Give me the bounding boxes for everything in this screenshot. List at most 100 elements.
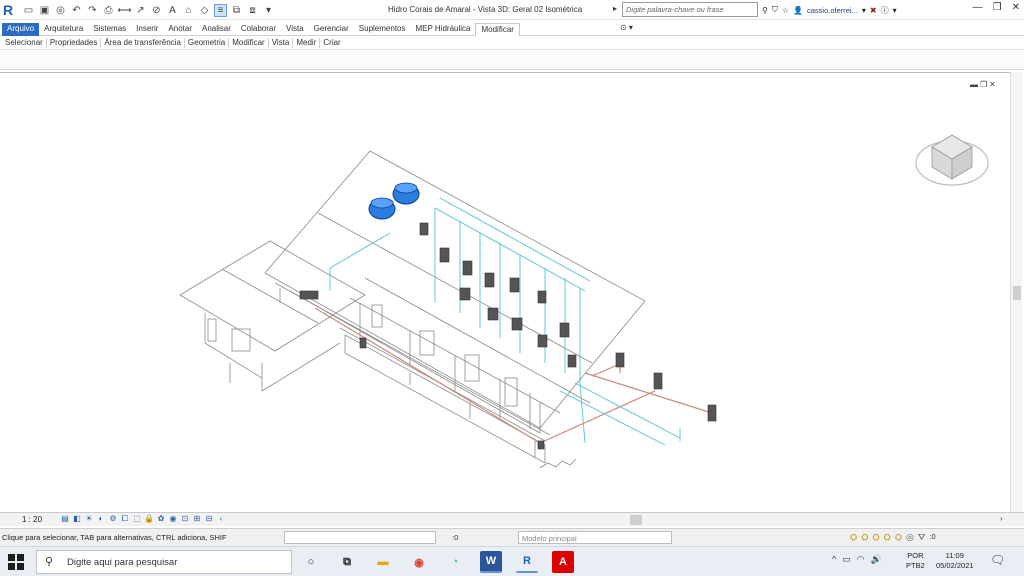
temp-properties-icon[interactable]: ⊡	[180, 514, 190, 524]
favorites-star-icon[interactable]: ☆	[782, 6, 789, 15]
subscription-icon[interactable]: ⛉	[772, 5, 778, 15]
redo-icon[interactable]: ↷	[86, 4, 99, 17]
visual-style-icon[interactable]: ◧	[72, 514, 82, 524]
ribbon-minimize-icon[interactable]: ⊙ ▾	[620, 23, 633, 32]
tab-mep-hidráulica[interactable]: MEP Hidráulica	[411, 23, 476, 36]
print-icon[interactable]: ⎙	[102, 4, 115, 17]
cortana-icon[interactable]: ○	[300, 551, 322, 573]
panel-propriedades[interactable]: Propriedades	[47, 38, 102, 48]
view-close-icon[interactable]: ✕	[989, 80, 996, 89]
restore-icon[interactable]: ❐	[993, 2, 1002, 13]
tab-colaborar[interactable]: Colaborar	[236, 23, 281, 36]
detail-level-icon[interactable]: ▤	[60, 514, 70, 524]
design-option-dropdown[interactable]: Modelo principal	[518, 531, 672, 544]
drag-elements-icon[interactable]: ⛭	[895, 532, 902, 543]
background-processes-icon[interactable]: ◎	[906, 532, 914, 543]
lock-view-icon[interactable]: 🔒	[144, 514, 154, 524]
workset-dropdown[interactable]	[284, 531, 436, 544]
vertical-scroll-thumb[interactable]	[1013, 286, 1021, 300]
scroll-right-icon[interactable]: ›	[1000, 514, 1003, 523]
file-explorer-icon[interactable]: ▬	[372, 551, 394, 573]
help-dropdown-icon[interactable]: ▾	[893, 6, 897, 15]
isometric-3d-model[interactable]	[0, 73, 1010, 513]
panel-selecionar[interactable]: Selecionar	[2, 38, 47, 48]
user-name[interactable]: cassio.oferrei...	[807, 6, 858, 15]
select-links-icon[interactable]: ⛭	[850, 532, 857, 543]
view-restore-icon[interactable]: ❐	[980, 80, 987, 89]
crop-view-icon[interactable]: ⧠	[120, 514, 130, 524]
revit-taskbar-icon[interactable]: R	[516, 551, 538, 573]
sync-icon[interactable]: ◎	[54, 4, 67, 17]
panel-área-de-transferência[interactable]: Área de transferência	[101, 38, 185, 48]
close-icon[interactable]: ✕	[1012, 2, 1020, 13]
task-view-icon[interactable]: ⧉	[336, 551, 358, 573]
view-minimize-icon[interactable]: ▬	[970, 80, 978, 89]
clock[interactable]: 11:09 05/02/2021	[936, 551, 974, 571]
reveal-hidden-icon[interactable]: ◉	[168, 514, 178, 524]
windows-start-icon[interactable]	[8, 554, 24, 570]
wifi-icon[interactable]: ◠	[857, 554, 865, 565]
tab-suplementos[interactable]: Suplementos	[354, 23, 411, 36]
tab-analisar[interactable]: Analisar	[197, 23, 236, 36]
acrobat-icon[interactable]: A	[552, 551, 574, 573]
chrome-icon[interactable]: ◉	[408, 551, 430, 573]
section-icon[interactable]: ◇	[198, 4, 211, 17]
help-icon[interactable]: ⓘ	[881, 5, 889, 16]
tag-icon[interactable]: ⊘	[150, 4, 163, 17]
viewbar-scroll-left-icon[interactable]: ‹	[216, 514, 226, 524]
language-indicator[interactable]: POR PTB2	[906, 551, 925, 571]
minimize-icon[interactable]: —	[973, 2, 983, 13]
tab-arquitetura[interactable]: Arquitetura	[39, 23, 88, 36]
tab-anotar[interactable]: Anotar	[163, 23, 197, 36]
select-pinned-icon[interactable]: ⛭	[872, 532, 879, 543]
thin-lines-icon[interactable]: ≡	[214, 3, 227, 17]
tab-arquivo[interactable]: Arquivo	[2, 23, 40, 36]
notification-icon[interactable]: 🗨	[990, 553, 1005, 567]
analytical-model-icon[interactable]: ⊞	[192, 514, 202, 524]
viewcube[interactable]	[915, 134, 989, 186]
dimension-icon[interactable]: ↗	[134, 4, 147, 17]
tab-modificar[interactable]: Modificar	[475, 23, 520, 36]
word-icon[interactable]: W	[480, 551, 502, 573]
render-icon[interactable]: ⚙	[108, 514, 118, 524]
shadows-icon[interactable]: ◐	[96, 514, 106, 524]
save-icon[interactable]: ▣	[38, 4, 51, 17]
qat-dropdown-icon[interactable]: ▾	[262, 4, 275, 17]
show-crop-icon[interactable]: ⬚	[132, 514, 142, 524]
exchange-apps-icon[interactable]: ✖	[870, 6, 877, 15]
tab-vista[interactable]: Vista	[281, 23, 309, 36]
panel-medir[interactable]: Medir	[293, 38, 321, 48]
text-icon[interactable]: A	[166, 4, 179, 17]
network-device-icon[interactable]: ▭	[842, 554, 851, 565]
horizontal-scroll-thumb[interactable]	[630, 515, 642, 525]
undo-icon[interactable]: ↶	[70, 4, 83, 17]
panel-criar[interactable]: Criar	[320, 38, 343, 48]
binoculars-icon[interactable]: ⚲	[762, 6, 768, 15]
help-search-input[interactable]: Digite palavra-chave ou frase	[622, 2, 758, 17]
close-hidden-icon[interactable]: ⧉	[230, 4, 243, 17]
volume-icon[interactable]: 🔊	[871, 554, 882, 565]
drawing-area[interactable]	[0, 72, 1010, 512]
vertical-scrollbar[interactable]	[1010, 72, 1022, 512]
taskbar-search-box[interactable]: ⚲ Digite aqui para pesquisar	[36, 550, 292, 574]
panel-vista[interactable]: Vista	[269, 38, 294, 48]
tab-inserir[interactable]: Inserir	[131, 23, 163, 36]
select-by-face-icon[interactable]: ⛭	[884, 532, 891, 543]
open-icon[interactable]: ▭	[22, 4, 35, 17]
measure-icon[interactable]: ⟷	[117, 4, 131, 17]
user-icon[interactable]: 👤	[793, 6, 803, 15]
select-underlay-icon[interactable]: ⛭	[861, 532, 868, 543]
constraints-icon[interactable]: ⊟	[204, 514, 214, 524]
default-3d-view-icon[interactable]: ⌂	[182, 4, 195, 17]
tray-overflow-icon[interactable]: ^	[832, 554, 836, 565]
filter-icon[interactable]: ⛛	[918, 532, 926, 543]
user-dropdown-icon[interactable]: ▾	[862, 6, 866, 15]
sun-path-icon[interactable]: ☀	[84, 514, 94, 524]
whatsapp-icon[interactable]: ◔	[444, 551, 466, 573]
tab-sistemas[interactable]: Sistemas	[88, 23, 131, 36]
water-tanks[interactable]	[368, 182, 420, 220]
tab-gerenciar[interactable]: Gerenciar	[309, 23, 354, 36]
temp-hide-icon[interactable]: ✿	[156, 514, 166, 524]
view-scale[interactable]: 1 : 20	[22, 515, 42, 524]
panel-geometria[interactable]: Geometria	[185, 38, 230, 48]
